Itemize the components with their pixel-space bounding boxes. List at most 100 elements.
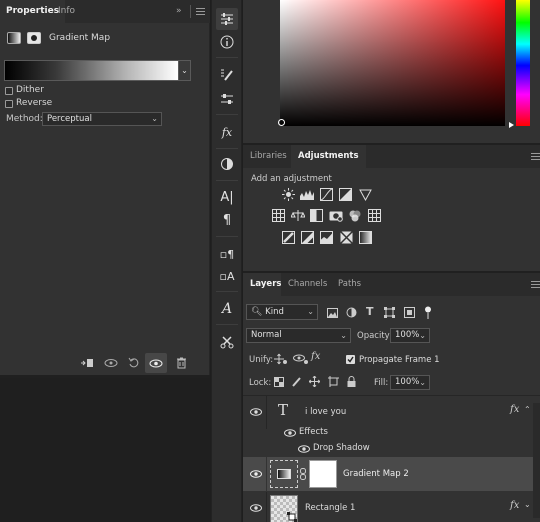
layer-thumbnail[interactable] xyxy=(270,495,298,522)
adjustment-thumbnail[interactable] xyxy=(270,460,298,488)
adjustment-layer-icon[interactable] xyxy=(7,32,21,44)
brightness-contrast-icon[interactable] xyxy=(282,188,295,201)
paragraph-styles-icon[interactable]: ▫¶ xyxy=(216,243,238,265)
curves-icon[interactable] xyxy=(320,188,333,201)
propagate-frame-checkbox[interactable] xyxy=(346,355,355,364)
color-saturation-field[interactable] xyxy=(280,0,505,126)
layer-fx-icon[interactable]: fx xyxy=(510,404,519,415)
character-styles-icon[interactable]: ▫A xyxy=(216,265,238,287)
clip-to-layer-icon[interactable] xyxy=(76,353,98,373)
lock-artboard-icon[interactable] xyxy=(328,376,339,387)
lock-transparent-pixels-icon[interactable] xyxy=(274,377,284,387)
trash-icon[interactable] xyxy=(170,353,192,373)
hue-saturation-icon[interactable] xyxy=(272,209,285,222)
layer-effects-row[interactable]: Effects xyxy=(243,424,540,440)
lock-image-pixels-icon[interactable] xyxy=(292,376,302,387)
tab-channels[interactable]: Channels xyxy=(281,273,335,296)
layers-scrollbar[interactable] xyxy=(533,403,540,518)
filter-adjustment-icon[interactable] xyxy=(346,307,357,318)
collapse-panel-icon[interactable]: » xyxy=(176,6,182,16)
filter-type-icon[interactable]: T xyxy=(366,305,374,318)
channel-mixer-icon[interactable] xyxy=(348,209,361,222)
blend-mode-select[interactable]: Normal ⌄ xyxy=(246,328,351,343)
selective-color-icon[interactable] xyxy=(340,231,353,244)
tab-paths[interactable]: Paths xyxy=(331,273,369,296)
unify-style-icon[interactable]: fx xyxy=(311,351,320,362)
tab-info[interactable]: Info xyxy=(52,0,81,23)
hue-slider-handle[interactable] xyxy=(509,122,514,128)
filter-kind-value: Kind xyxy=(265,307,284,317)
opacity-field[interactable]: 100% ⌄ xyxy=(390,328,430,343)
vibrance-icon[interactable] xyxy=(359,188,372,201)
layer-name[interactable]: Rectangle 1 xyxy=(305,503,355,513)
visibility-eye-icon[interactable] xyxy=(298,445,310,453)
gradient-dropdown-button[interactable]: ⌄ xyxy=(179,60,191,81)
threshold-icon[interactable] xyxy=(320,231,333,244)
paragraph-panel-icon[interactable]: ¶ xyxy=(216,209,238,231)
drop-shadow-label: Drop Shadow xyxy=(313,443,370,453)
info-panel-icon[interactable] xyxy=(216,31,238,53)
filter-toggle-icon[interactable] xyxy=(424,306,432,319)
color-balance-icon[interactable] xyxy=(291,209,305,222)
layer-effect-drop-shadow-row[interactable]: Drop Shadow xyxy=(243,440,540,456)
layer-fx-icon[interactable]: fx xyxy=(510,500,519,511)
unify-visibility-icon[interactable] xyxy=(293,353,309,365)
glyphs-panel-icon[interactable]: A xyxy=(216,298,238,320)
filter-pixel-icon[interactable] xyxy=(327,308,338,318)
lock-position-icon[interactable] xyxy=(309,376,320,387)
invert-icon[interactable] xyxy=(282,231,295,244)
unify-position-icon[interactable] xyxy=(274,353,288,365)
visibility-eye-icon[interactable] xyxy=(250,408,262,416)
chain-link-icon[interactable] xyxy=(300,468,306,480)
hue-slider[interactable] xyxy=(516,0,530,126)
visibility-eye-icon[interactable] xyxy=(284,429,296,437)
layer-name[interactable]: i love you xyxy=(305,407,346,417)
color-field-cursor[interactable] xyxy=(278,119,285,126)
tool-presets-icon[interactable] xyxy=(216,331,238,353)
panel-menu-icon[interactable] xyxy=(531,153,540,160)
brush-settings-icon[interactable] xyxy=(216,88,238,110)
layer-row-rectangle[interactable]: Rectangle 1 fx ⌄ xyxy=(243,492,540,522)
properties-panel-icon[interactable] xyxy=(216,8,238,30)
adjustments-panel-icon[interactable] xyxy=(216,153,238,175)
method-select[interactable]: Perceptual ⌄ xyxy=(42,112,162,126)
layer-row-gradient-map[interactable]: Gradient Map 2 xyxy=(243,457,540,491)
styles-fx-icon[interactable]: fx xyxy=(216,121,238,143)
lock-all-icon[interactable] xyxy=(347,376,356,387)
color-lookup-icon[interactable] xyxy=(368,209,381,222)
tab-adjustments[interactable]: Adjustments xyxy=(291,145,366,168)
character-panel-icon[interactable]: A| xyxy=(216,186,238,208)
tab-libraries[interactable]: Libraries xyxy=(243,145,294,168)
black-white-icon[interactable] xyxy=(310,209,323,222)
filter-shape-icon[interactable] xyxy=(384,307,395,318)
chevron-down-icon[interactable]: ⌄ xyxy=(524,500,531,509)
adjustments-panel: Libraries Adjustments Add an adjustment xyxy=(243,143,540,271)
gradient-map-icon[interactable] xyxy=(359,231,372,244)
layer-name[interactable]: Gradient Map 2 xyxy=(343,469,409,479)
gradient-preview[interactable] xyxy=(4,60,179,81)
fill-field[interactable]: 100% ⌄ xyxy=(390,375,430,390)
levels-icon[interactable] xyxy=(300,188,314,201)
layer-mask-icon[interactable] xyxy=(27,32,41,44)
reset-icon[interactable] xyxy=(123,353,145,373)
brush-panel-icon[interactable] xyxy=(216,64,238,86)
layer-mask-thumbnail[interactable] xyxy=(309,460,337,488)
visibility-eye-icon[interactable] xyxy=(250,470,262,478)
panel-menu-icon[interactable] xyxy=(196,8,205,15)
chevron-down-icon: ⌄ xyxy=(151,114,158,123)
tool-separator xyxy=(216,236,238,237)
dither-checkbox[interactable] xyxy=(5,87,13,95)
chevron-down-icon: ⌄ xyxy=(419,378,426,387)
filter-smart-object-icon[interactable] xyxy=(404,307,415,318)
view-previous-state-icon[interactable] xyxy=(100,353,122,373)
reverse-checkbox[interactable] xyxy=(5,100,13,108)
toggle-visibility-icon[interactable] xyxy=(145,353,167,373)
panel-menu-icon[interactable] xyxy=(531,281,540,288)
exposure-icon[interactable] xyxy=(339,188,352,201)
layers-panel: Layers Channels Paths 🔍︎ Kind ⌄ T Normal… xyxy=(243,271,540,522)
visibility-eye-icon[interactable] xyxy=(250,504,262,512)
layer-filter-kind-select[interactable]: 🔍︎ Kind ⌄ xyxy=(246,304,318,320)
chevron-up-icon[interactable]: ⌃ xyxy=(524,405,531,414)
photo-filter-icon[interactable] xyxy=(329,209,343,222)
posterize-icon[interactable] xyxy=(301,231,314,244)
